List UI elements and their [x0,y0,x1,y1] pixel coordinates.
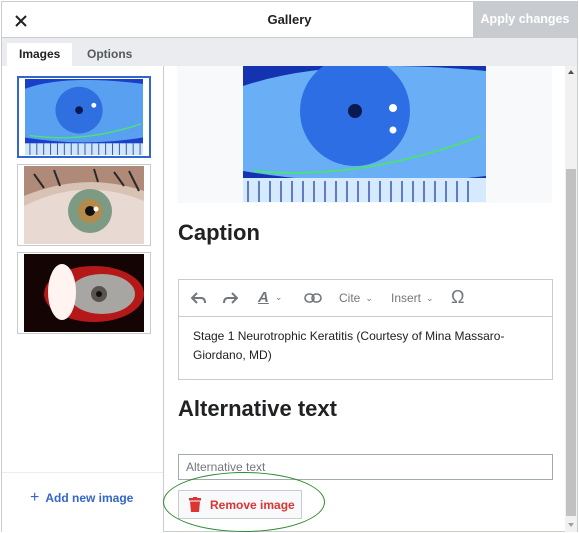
add-new-image-label: Add new image [45,491,134,505]
chevron-down-icon: ⌄ [426,292,434,303]
scrollbar[interactable] [565,66,577,532]
thumbnail-image-3[interactable] [17,252,151,334]
tab-bar: Images Options [2,38,577,66]
cite-dropdown[interactable]: Cite ⌄ [339,291,373,305]
chevron-down-icon: ⌄ [365,292,373,303]
link-button[interactable] [304,292,322,304]
apply-changes-button[interactable]: Apply changes [473,2,577,37]
tab-images[interactable]: Images [7,43,73,66]
tab-options[interactable]: Options [75,43,144,66]
alt-text-heading: Alternative text [178,396,337,421]
editor-toolbar: A ⌄ Cite ⌄ Insert ⌄ Ω [179,280,552,317]
redo-button[interactable] [222,291,238,305]
caption-editor: A ⌄ Cite ⌄ Insert ⌄ Ω Stage 1 Neurotroph… [178,279,553,380]
dialog-header: Gallery Apply changes [2,2,577,38]
omega-icon: Ω [451,287,465,307]
text-style-dropdown[interactable]: A ⌄ [258,289,282,306]
special-character-button[interactable]: Ω [451,287,464,308]
preview-eye-image [243,66,486,202]
alt-text-input[interactable] [178,454,553,480]
chevron-down-icon: ⌄ [274,292,283,302]
trash-icon [189,497,201,512]
caption-text-area[interactable]: Stage 1 Neurotrophic Keratitis (Courtesy… [179,317,552,375]
insert-dropdown[interactable]: Insert ⌄ [391,291,434,305]
text-style-icon: A [258,289,269,306]
scrollbar-thumb[interactable] [566,169,576,516]
scroll-up-arrow-icon[interactable] [568,70,574,74]
cite-label: Cite [339,291,361,305]
undo-icon [191,292,206,304]
image-details-panel: Caption A ⌄ Cite ⌄ Insert ⌄ Ω Stage 1 Ne… [165,66,565,532]
eye-image-blue [25,79,143,155]
gallery-dialog: Gallery Apply changes Images Options + A… [1,1,578,532]
caption-heading: Caption [178,220,260,245]
add-new-image-button[interactable]: + Add new image [30,489,133,507]
eye-image-red [24,254,144,332]
thumbnail-image-2[interactable] [17,164,151,246]
redo-icon [223,292,238,304]
add-image-area: + Add new image [2,472,163,532]
remove-image-button[interactable]: Remove image [178,490,302,519]
image-preview [177,66,552,203]
insert-label: Insert [391,291,422,305]
link-icon [304,293,322,303]
scroll-down-arrow-icon[interactable] [568,523,574,527]
image-list-sidebar: + Add new image [2,66,164,532]
undo-button[interactable] [191,291,207,305]
thumbnail-image-1[interactable] [17,76,151,158]
plus-icon: + [30,489,40,506]
eye-image-hazel [24,166,144,244]
remove-image-label: Remove image [210,497,295,512]
